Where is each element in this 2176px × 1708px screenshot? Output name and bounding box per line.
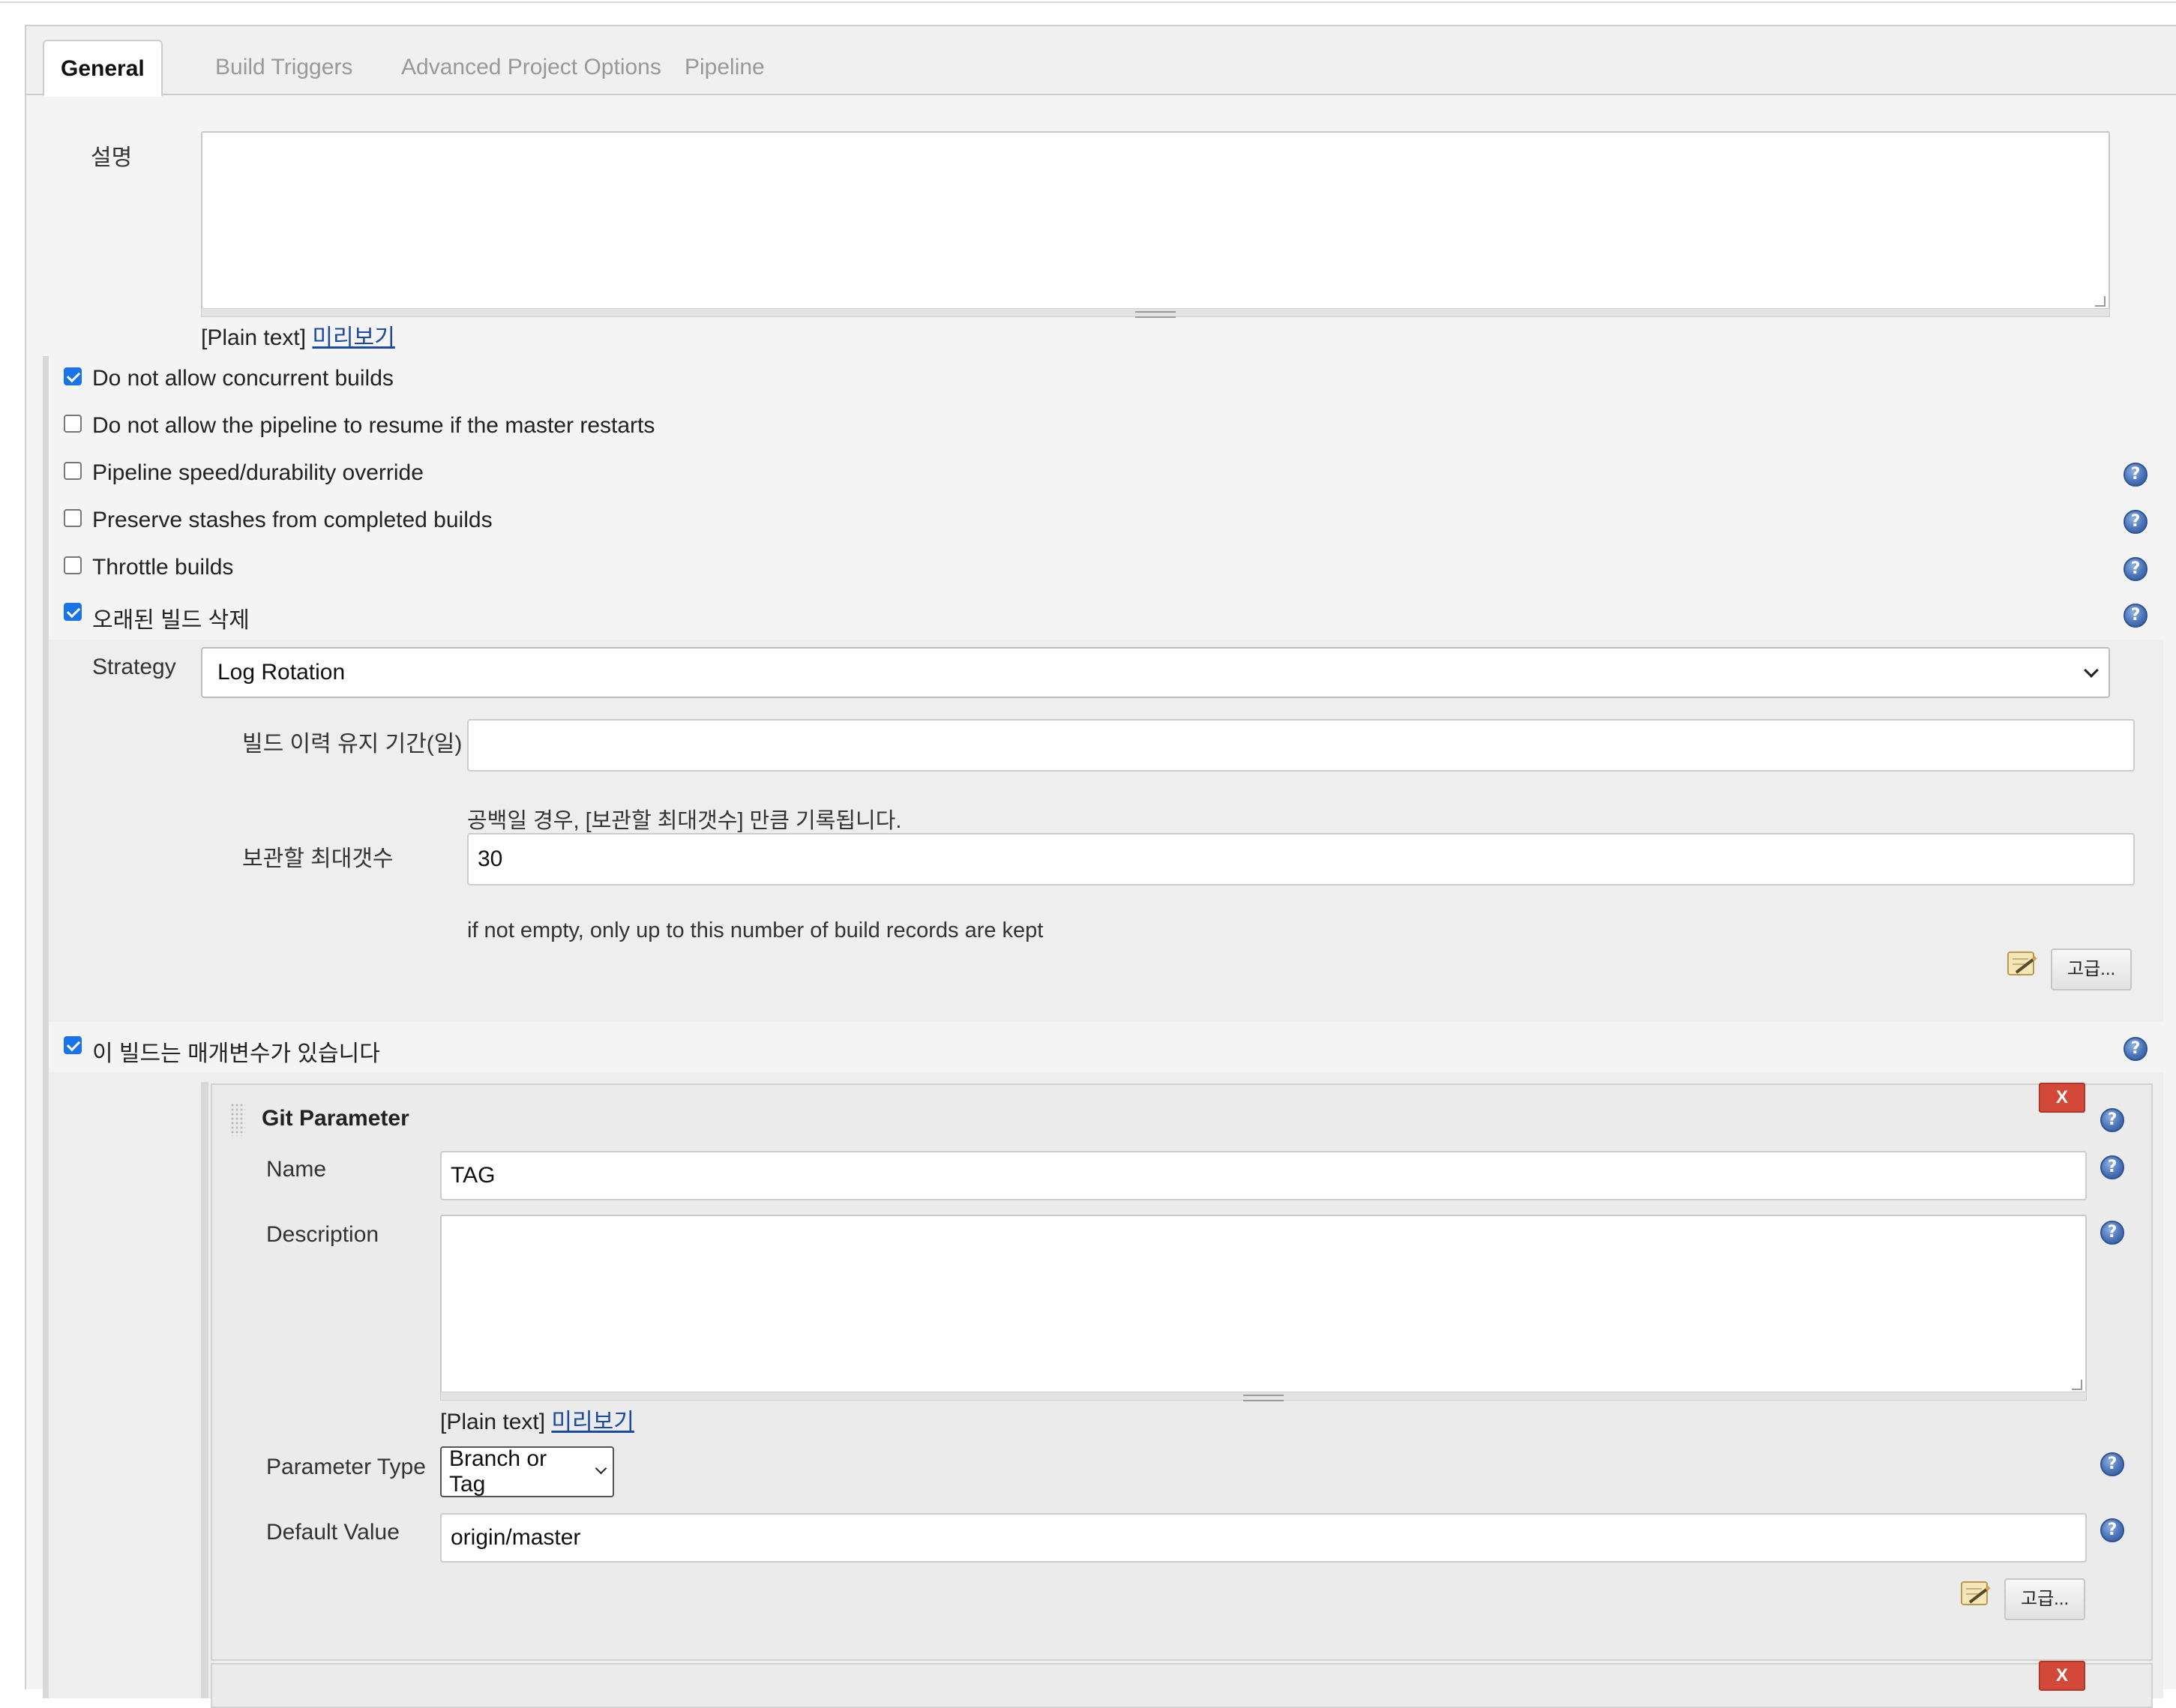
next-parameter-box [211,1663,2153,1708]
description-label: 설명 [91,145,133,170]
help-icon[interactable]: ? [2124,604,2148,628]
tab-build-triggers[interactable]: Build Triggers [199,40,369,95]
param-name-input[interactable]: TAG [440,1151,2087,1200]
param-type-value: Branch or Tag [449,1446,547,1497]
resize-handle-icon[interactable] [2095,296,2106,307]
resume-pipeline-checkbox[interactable] [64,415,82,433]
max-builds-help: if not empty, only up to this number of … [467,918,1044,942]
default-value-input[interactable]: origin/master [440,1513,2087,1563]
max-builds-input[interactable]: 30 [467,833,2135,885]
days-to-keep-help: 공백일 경우, [보관할 최대갯수] 만큼 기록됩니다. [467,809,902,833]
help-icon[interactable]: ? [2100,1108,2124,1132]
strategy-label: Strategy [92,655,176,679]
param-description-label: Description [266,1222,379,1247]
param-type-label: Parameter Type [266,1455,426,1479]
days-to-keep-label: 빌드 이력 유지 기간(일) [242,732,463,757]
help-icon[interactable]: ? [2100,1221,2124,1245]
option-label: Pipeline speed/durability override [92,460,424,485]
durability-override-checkbox[interactable] [64,462,82,480]
git-parameter-title: Git Parameter [262,1106,409,1131]
delete-next-parameter-button[interactable]: X [2039,1661,2085,1691]
tab-bar: General Build Triggers Advanced Project … [26,26,2176,97]
tab-general[interactable]: General [43,40,163,97]
help-icon[interactable]: ? [2124,1037,2148,1061]
preview-link[interactable]: 미리보기 [551,1410,634,1434]
help-icon[interactable]: ? [2124,463,2148,487]
option-label: Do not allow concurrent builds [92,366,394,391]
description-textarea[interactable] [201,131,2110,311]
param-description-format-line: [Plain text] 미리보기 [440,1403,634,1436]
param-description-resize-grip[interactable] [440,1392,2087,1401]
tab-pipeline[interactable]: Pipeline [668,40,781,95]
option-label: Throttle builds [92,555,234,580]
parameterized-checkbox[interactable] [64,1036,82,1054]
top-border [0,0,2176,3]
notepad-icon [1961,1581,1991,1605]
strategy-select[interactable]: Log Rotation [201,647,2110,698]
default-value-label: Default Value [266,1520,400,1545]
strategy-value: Log Rotation [217,660,346,685]
help-icon[interactable]: ? [2124,510,2148,534]
config-panel: General Build Triggers Advanced Project … [25,25,2176,1708]
param-type-select[interactable]: Branch or Tag [440,1446,614,1497]
option-label: Preserve stashes from completed builds [92,508,493,532]
days-to-keep-input[interactable] [467,719,2135,772]
option-label: 오래된 빌드 삭제 [92,608,250,633]
preserve-stashes-checkbox[interactable] [64,509,82,527]
help-icon[interactable]: ? [2100,1452,2124,1476]
resize-handle-icon[interactable] [2072,1380,2082,1390]
drag-handle-icon[interactable] [230,1103,245,1136]
param-description-textarea[interactable] [440,1215,2087,1395]
chevron-down-icon [2084,663,2099,678]
description-resize-grip[interactable] [201,308,2110,318]
description-format-line: [Plain text] 미리보기 [201,319,395,352]
chevron-down-icon [595,1462,607,1475]
param-name-label: Name [266,1157,327,1182]
help-icon[interactable]: ? [2124,557,2148,581]
throttle-builds-checkbox[interactable] [64,556,82,574]
section-left-bar [43,356,49,1698]
tab-advanced-project-options[interactable]: Advanced Project Options [385,40,678,95]
concurrent-builds-checkbox[interactable] [64,367,82,385]
param-advanced-button[interactable]: 고급... [2004,1578,2086,1620]
delete-parameter-button[interactable]: X [2039,1083,2085,1113]
plain-text-label: [Plain text] [440,1410,546,1434]
discard-advanced-button[interactable]: 고급... [2051,948,2133,990]
discard-old-builds-checkbox[interactable] [64,603,82,621]
option-label: Do not allow the pipeline to resume if t… [92,413,655,438]
parameterized-label: 이 빌드는 매개변수가 있습니다 [92,1041,380,1066]
notepad-icon [2007,951,2037,975]
help-icon[interactable]: ? [2100,1155,2124,1179]
max-builds-label: 보관할 최대갯수 [242,847,394,871]
plain-text-label: [Plain text] [201,325,307,350]
preview-link[interactable]: 미리보기 [312,325,394,350]
help-icon[interactable]: ? [2100,1518,2124,1542]
parameters-left-bar [201,1082,208,1698]
